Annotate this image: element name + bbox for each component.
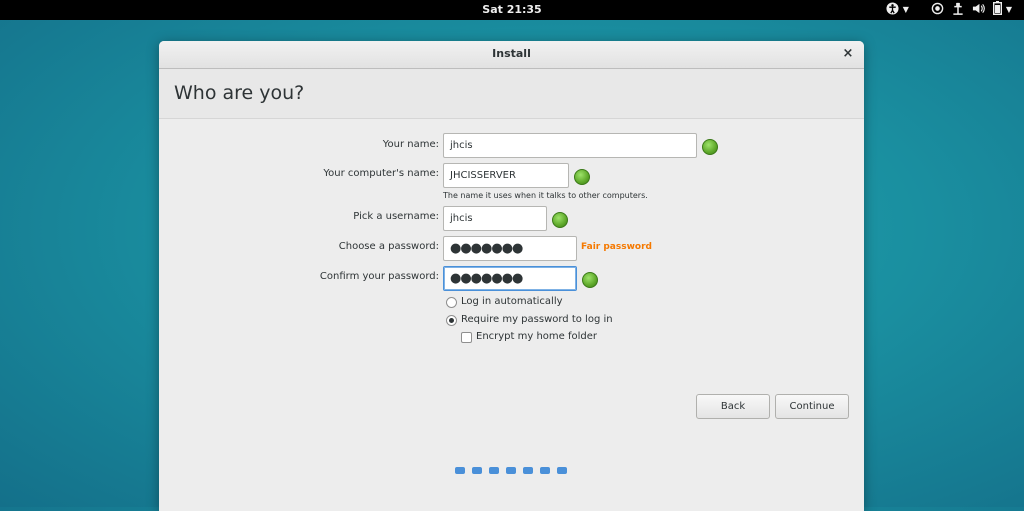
progress-step: [557, 467, 567, 474]
confirm-password-field[interactable]: ●●●●●●●: [443, 266, 577, 291]
progress-step: [472, 467, 482, 474]
valid-check-icon: [702, 139, 718, 155]
password-field[interactable]: ●●●●●●●: [443, 236, 577, 261]
require-password-radio[interactable]: [446, 315, 457, 326]
progress-indicator: [455, 467, 567, 474]
auto-login-label[interactable]: Log in automatically: [461, 296, 563, 307]
window-title: Install: [492, 47, 531, 60]
accessibility-icon[interactable]: [886, 1, 899, 19]
chevron-down-icon[interactable]: ▼: [1006, 2, 1012, 18]
page-header: Who are you?: [159, 69, 864, 119]
system-tray: ▼ ▼: [886, 1, 1012, 19]
valid-check-icon: [574, 169, 590, 185]
page-title: Who are you?: [174, 82, 305, 104]
progress-step: [455, 467, 465, 474]
progress-step: [523, 467, 533, 474]
encrypt-home-label[interactable]: Encrypt my home folder: [476, 331, 597, 342]
battery-icon[interactable]: [992, 1, 1002, 19]
network-wired-icon[interactable]: [952, 2, 964, 19]
back-button[interactable]: Back: [696, 394, 770, 419]
auto-login-radio[interactable]: [446, 297, 457, 308]
progress-step: [506, 467, 516, 474]
username-field[interactable]: jhcis: [443, 206, 547, 231]
your-name-label: Your name:: [382, 139, 439, 150]
network-icon[interactable]: [931, 2, 944, 19]
progress-step: [489, 467, 499, 474]
progress-step: [540, 467, 550, 474]
chevron-down-icon[interactable]: ▼: [903, 2, 909, 18]
computer-name-label: Your computer's name:: [323, 168, 439, 179]
volume-icon[interactable]: [972, 2, 985, 19]
password-label: Choose a password:: [338, 241, 439, 252]
require-password-label[interactable]: Require my password to log in: [461, 314, 613, 325]
close-button[interactable]: ×: [840, 46, 856, 62]
computer-name-hint: The name it uses when it talks to other …: [443, 191, 648, 200]
confirm-password-label: Confirm your password:: [319, 271, 439, 282]
computer-name-field[interactable]: JHCISSERVER: [443, 163, 569, 188]
valid-check-icon: [582, 272, 598, 288]
password-strength-label: Fair password: [581, 242, 652, 252]
top-bar: Sat 21:35 ▼ ▼: [0, 0, 1024, 20]
continue-button[interactable]: Continue: [775, 394, 849, 419]
window-titlebar[interactable]: Install ×: [159, 41, 864, 69]
your-name-field[interactable]: jhcis: [443, 133, 697, 158]
install-window: Install × Who are you? Your name: jhcis …: [159, 41, 864, 511]
valid-check-icon: [552, 212, 568, 228]
encrypt-home-checkbox[interactable]: [461, 332, 472, 343]
clock[interactable]: Sat 21:35: [0, 3, 1024, 16]
username-label: Pick a username:: [353, 211, 439, 222]
